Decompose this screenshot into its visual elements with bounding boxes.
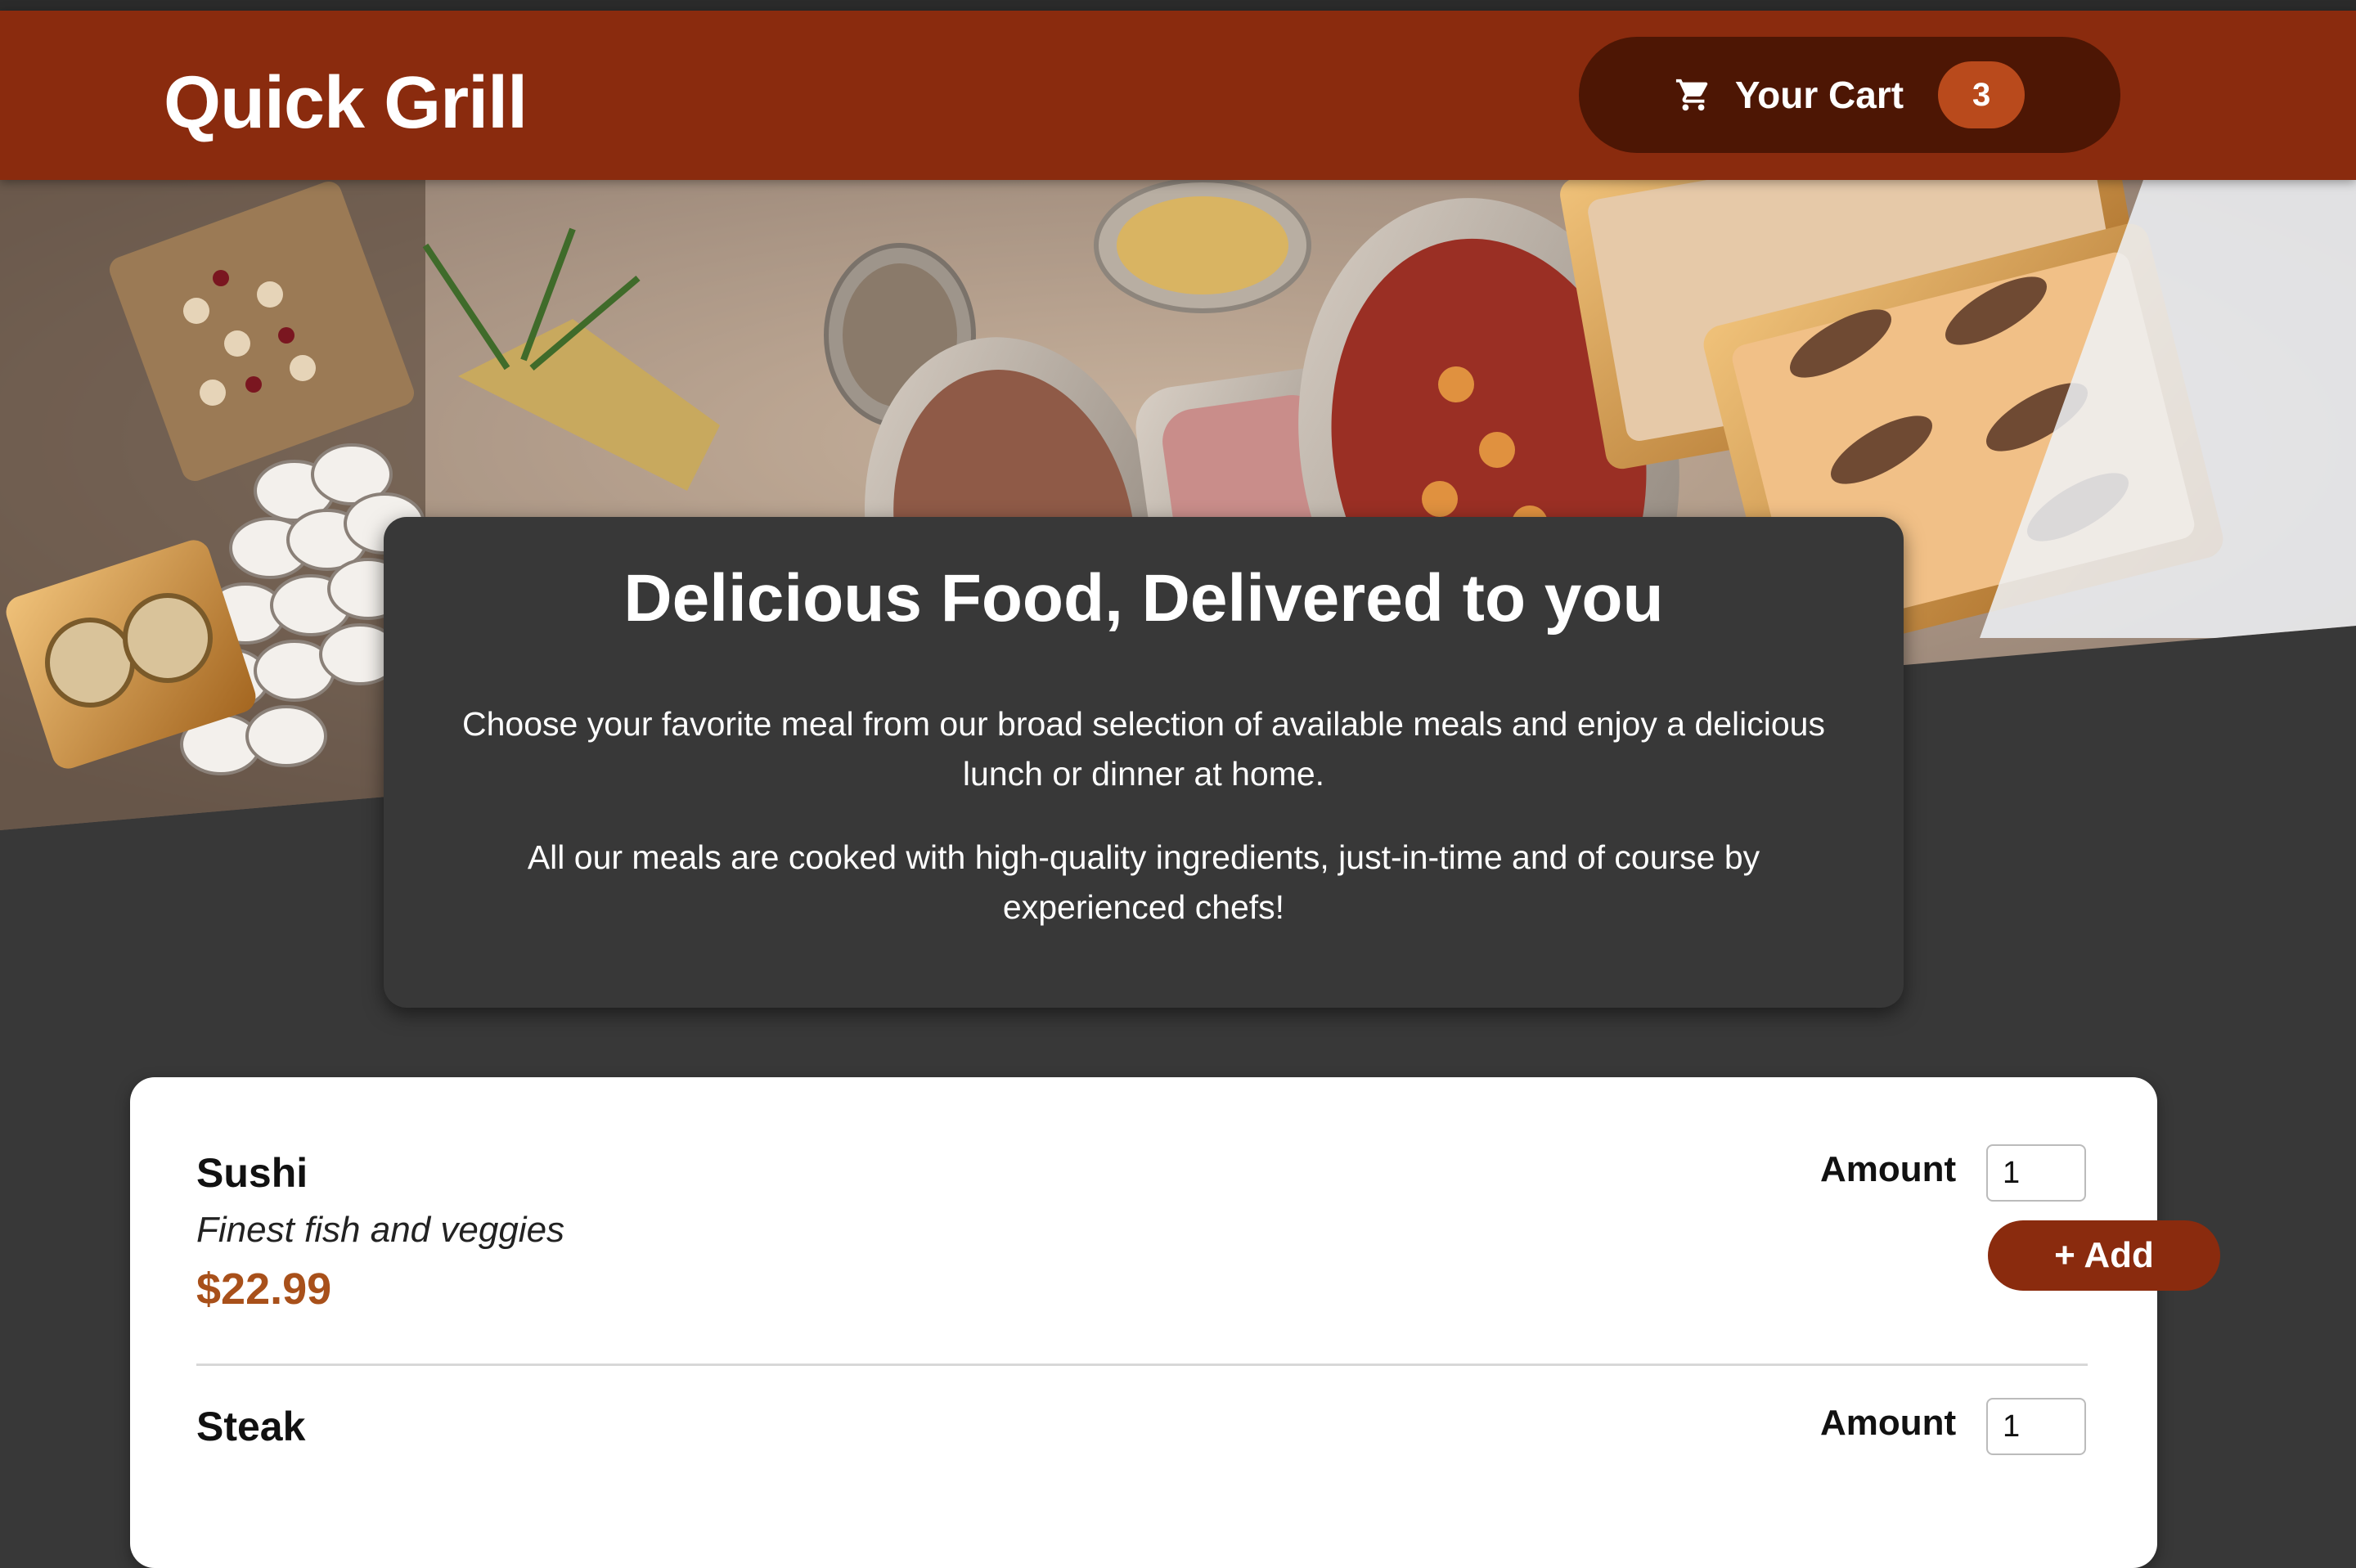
add-to-cart-button[interactable]: + Add [1988, 1220, 2220, 1291]
summary-card: Delicious Food, Delivered to you Choose … [384, 517, 1904, 1008]
summary-title: Delicious Food, Delivered to you [623, 561, 1664, 636]
amount-input[interactable] [1986, 1398, 2086, 1455]
amount-label: Amount [1820, 1403, 1957, 1443]
meal-item: Steak Amount [196, 1331, 2088, 1568]
meal-divider [196, 1364, 2088, 1366]
amount-label: Amount [1820, 1149, 1957, 1189]
cart-icon [1675, 79, 1708, 111]
summary-paragraph-1: Choose your favorite meal from our broad… [462, 705, 1825, 793]
meals-list: Sushi Finest fish and veggies $22.99 Amo… [130, 1077, 2220, 1568]
meal-price: $22.99 [196, 1265, 332, 1314]
amount-input[interactable] [1986, 1144, 2086, 1202]
meal-name: Steak [196, 1404, 306, 1449]
summary-paragraph-2: All our meals are cooked with high-quali… [527, 838, 1760, 927]
brand-title: Quick Grill [164, 62, 528, 144]
cart-label: Your Cart [1734, 74, 1904, 116]
meal-name: Sushi [196, 1150, 308, 1196]
meal-item: Sushi Finest fish and veggies $22.99 Amo… [196, 1077, 2220, 1323]
window-top-strip [0, 0, 2356, 11]
cart-count-badge: 3 [1938, 61, 2026, 128]
app-header: Quick Grill Your Cart 3 [0, 11, 2356, 180]
cart-button[interactable]: Your Cart 3 [1579, 37, 2120, 153]
meal-description: Finest fish and veggies [196, 1210, 565, 1250]
